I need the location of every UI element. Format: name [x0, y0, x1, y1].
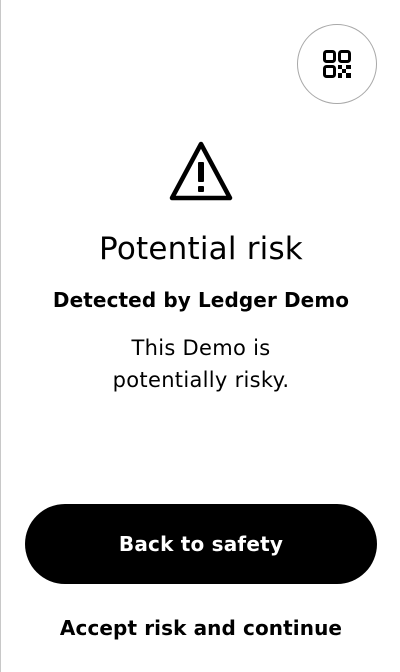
qr-code-button[interactable] — [297, 24, 377, 104]
risk-description: This Demo is potentially risky. — [112, 336, 290, 392]
page-title: Potential risk — [99, 231, 303, 267]
risk-warning-screen: Potential risk Detected by Ledger Demo T… — [0, 0, 400, 672]
accept-risk-button[interactable]: Accept risk and continue — [25, 604, 377, 652]
qr-code-icon — [323, 50, 351, 78]
back-to-safety-button[interactable]: Back to safety — [25, 504, 377, 584]
warning-triangle-icon — [169, 140, 233, 202]
detected-by-label: Detected by Ledger Demo — [52, 288, 350, 312]
